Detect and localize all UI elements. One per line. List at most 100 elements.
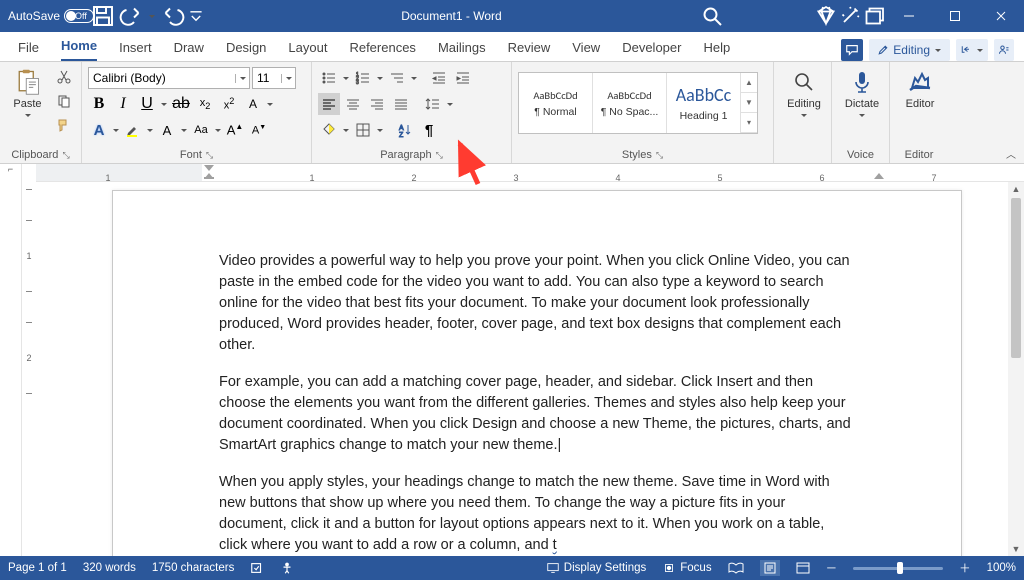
clear-format-dropdown[interactable] [266,100,274,109]
styles-scroll-up-icon[interactable]: ▲ [741,73,757,93]
shading-dropdown[interactable] [342,126,350,135]
subscript-icon[interactable]: x2 [194,93,216,115]
editor-button[interactable]: Editor [896,66,944,110]
document-page[interactable]: Video provides a powerful way to help yo… [112,190,962,556]
bullets-dropdown[interactable] [342,74,350,83]
scroll-up-icon[interactable]: ▲ [1012,182,1021,196]
justify-icon[interactable] [390,93,412,115]
shading-icon[interactable] [318,119,340,141]
undo-icon[interactable] [119,4,143,28]
font-color-dropdown[interactable] [180,126,188,135]
highlight-dropdown[interactable] [146,126,154,135]
bold-icon[interactable]: B [88,93,110,115]
read-mode-icon[interactable] [728,562,744,574]
font-size-combo[interactable]: 11 [252,67,296,89]
numbering-icon[interactable]: 123 [352,67,374,89]
underline-dropdown[interactable] [160,100,168,109]
accessibility-check-icon[interactable] [280,561,294,575]
maximize-button[interactable] [932,0,978,32]
decrease-indent-icon[interactable] [428,67,450,89]
increase-indent-icon[interactable] [452,67,474,89]
share-button[interactable] [956,39,988,61]
editing-dropdown-button[interactable]: Editing [780,66,828,118]
superscript-icon[interactable]: x2 [218,93,240,115]
tab-mailings[interactable]: Mailings [438,34,486,61]
tab-review[interactable]: Review [508,34,551,61]
style-normal[interactable]: AaBbCcDd¶ Normal [519,73,593,133]
vertical-ruler-toggle[interactable]: ⌐ [0,164,22,556]
align-center-icon[interactable] [342,93,364,115]
cut-icon[interactable] [53,66,75,88]
shrink-font-icon[interactable]: A▼ [248,119,270,141]
minimize-button[interactable] [886,0,932,32]
paragraph-3[interactable]: When you apply styles, your headings cha… [219,472,855,556]
style-heading-1[interactable]: AaBbCcHeading 1 [667,73,741,133]
paste-button[interactable]: Paste [6,66,49,118]
spell-check-icon[interactable] [250,561,264,575]
tab-view[interactable]: View [572,34,600,61]
status-characters[interactable]: 1750 characters [152,562,234,574]
tab-developer[interactable]: Developer [622,34,681,61]
tab-help[interactable]: Help [703,34,730,61]
bullets-icon[interactable] [318,67,340,89]
search-icon[interactable] [700,4,724,28]
paragraph-1[interactable]: Video provides a powerful way to help yo… [219,251,855,356]
font-color-icon[interactable]: A [156,119,178,141]
status-page[interactable]: Page 1 of 1 [8,562,67,574]
show-hide-icon[interactable]: ¶ [418,119,440,141]
font-launcher-icon[interactable]: ⤡ [206,150,213,161]
multilevel-dropdown[interactable] [410,74,418,83]
format-painter-icon[interactable] [53,114,75,136]
diamond-icon[interactable] [814,4,838,28]
underline-icon[interactable]: U [136,93,158,115]
right-indent-icon[interactable] [874,165,884,173]
line-spacing-icon[interactable] [422,93,444,115]
tab-home[interactable]: Home [61,32,97,61]
first-line-indent-icon[interactable] [204,165,214,173]
grow-font-icon[interactable]: A▲ [224,119,246,141]
borders-dropdown[interactable] [376,126,384,135]
tab-layout[interactable]: Layout [288,34,327,61]
style-no-spacing[interactable]: AaBbCcDd¶ No Spac... [593,73,667,133]
styles-gallery[interactable]: AaBbCcDd¶ Normal AaBbCcDd¶ No Spac... Aa… [518,72,758,134]
tab-design[interactable]: Design [226,34,266,61]
wand-icon[interactable] [838,4,862,28]
styles-expand-icon[interactable]: ▾ [741,113,757,133]
spelling-squiggle[interactable]: t [553,537,557,553]
multilevel-list-icon[interactable] [386,67,408,89]
horizontal-ruler[interactable]: 1 1 2 3 4 5 6 7 [36,164,1024,182]
strikethrough-icon[interactable]: ab [170,93,192,115]
change-case-icon[interactable]: A [242,93,264,115]
qat-more-icon[interactable] [189,4,203,28]
print-layout-icon[interactable] [760,560,780,576]
borders-icon[interactable] [352,119,374,141]
copy-icon[interactable] [53,90,75,112]
text-effects-dropdown[interactable] [112,126,120,135]
tab-file[interactable]: File [18,34,39,61]
align-right-icon[interactable] [366,93,388,115]
editing-mode-button[interactable]: Editing [869,39,950,61]
collapse-ribbon-icon[interactable]: ︿ [1006,146,1016,161]
tab-references[interactable]: References [349,34,415,61]
character-spacing-icon[interactable]: Aa [190,119,212,141]
numbering-dropdown[interactable] [376,74,384,83]
close-button[interactable] [978,0,1024,32]
status-words[interactable]: 320 words [83,562,136,574]
tab-insert[interactable]: Insert [119,34,152,61]
highlight-icon[interactable] [122,119,144,141]
sort-icon[interactable]: AZ [394,119,416,141]
redo-icon[interactable] [161,4,185,28]
vertical-scrollbar[interactable]: ▲ ▼ [1008,182,1024,556]
dictate-button[interactable]: Dictate [838,66,886,118]
account-icon[interactable] [994,39,1014,61]
line-spacing-dropdown[interactable] [446,100,454,109]
paragraph-launcher-icon[interactable]: ⤡ [436,150,443,161]
autosave-toggle[interactable]: AutoSave Off [8,9,87,23]
display-settings-button[interactable]: Display Settings [546,561,646,575]
scroll-down-icon[interactable]: ▼ [1012,542,1021,556]
web-layout-icon[interactable] [796,562,810,574]
focus-button[interactable]: Focus [662,561,711,575]
tab-draw[interactable]: Draw [174,34,204,61]
zoom-level[interactable]: 100% [987,562,1016,574]
zoom-slider[interactable] [853,567,943,570]
